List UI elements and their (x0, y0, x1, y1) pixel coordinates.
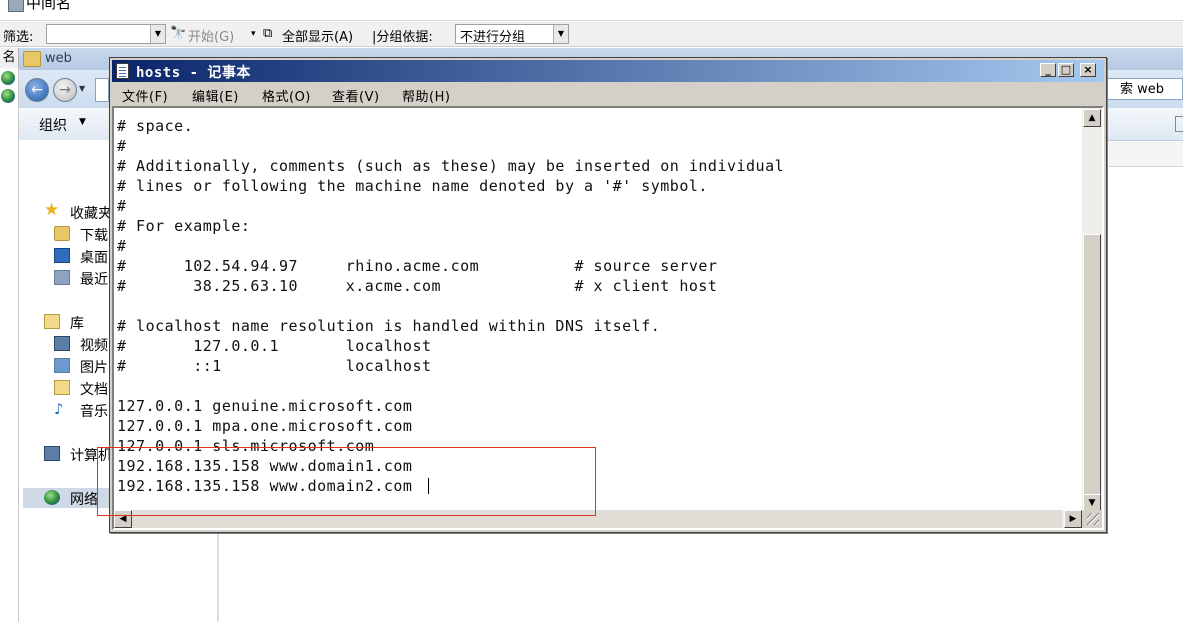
library-icon (44, 314, 60, 329)
group-by-select[interactable]: 不进行分组 ▼ (455, 24, 569, 45)
resize-grip[interactable] (1082, 510, 1102, 528)
maximize-button[interactable]: □ (1058, 63, 1074, 77)
iis-title: 中间名 (26, 0, 72, 12)
text-line: # 102.54.94.97 rhino.acme.com # source s… (117, 257, 718, 275)
chevron-down-icon[interactable]: ▼ (150, 25, 165, 43)
menu-file[interactable]: 文件(F) (122, 86, 168, 105)
nav-item-documents[interactable]: 文档 (80, 379, 108, 399)
scroll-right-button[interactable]: ▶ (1064, 510, 1082, 528)
text-line: 127.0.0.1 genuine.microsoft.com (117, 397, 413, 415)
video-icon (54, 336, 70, 351)
recent-icon (54, 270, 70, 285)
nav-item-videos[interactable]: 视频 (80, 335, 108, 355)
nav-item-pictures[interactable]: 图片 (80, 357, 108, 377)
back-button[interactable]: ← (25, 78, 49, 102)
chevron-down-icon[interactable]: ▼ (553, 25, 568, 43)
text-line: # ::1 localhost (117, 357, 432, 375)
forward-button[interactable]: → (53, 78, 77, 102)
binoculars-icon[interactable]: 🔭 (170, 26, 186, 41)
group-by-value: 不进行分组 (460, 30, 526, 45)
text-line: # space. (117, 117, 194, 135)
site-globe-icon[interactable] (1, 71, 15, 85)
group-by-label: |分组依据: (372, 30, 433, 45)
text-line: # (117, 137, 127, 155)
close-button[interactable]: × (1080, 63, 1096, 77)
notepad-icon (116, 63, 129, 79)
show-all-button[interactable]: 全部显示(A) (282, 26, 353, 45)
menu-edit[interactable]: 编辑(E) (192, 86, 239, 105)
filter-toolbar: 筛选: ▼ 🔭 开始(G) ▾ ⧉ 全部显示(A) |分组依据: 不进行分组 ▼ (0, 22, 1183, 47)
text-line: 127.0.0.1 mpa.one.microsoft.com (117, 417, 413, 435)
nav-item-network[interactable]: 网络 (70, 489, 98, 509)
text-line: # lines or following the machine name de… (117, 177, 708, 195)
minimize-button[interactable]: _ (1040, 63, 1056, 77)
nav-item-recent[interactable]: 最近 (80, 269, 108, 289)
chevron-down-icon[interactable]: ▼ (79, 117, 86, 127)
highlight-annotation-box (97, 447, 596, 516)
recent-pages-dropdown[interactable]: ▼ (79, 84, 85, 93)
view-options-icon[interactable] (1175, 116, 1183, 132)
text-line: # 127.0.0.1 localhost (117, 337, 432, 355)
menu-help[interactable]: 帮助(H) (402, 86, 450, 105)
scrollbar-thumb[interactable] (1083, 234, 1101, 496)
name-column-header[interactable]: 名 (0, 48, 19, 68)
iis-connections-strip (0, 68, 19, 622)
nav-item-music[interactable]: 音乐 (80, 401, 108, 421)
menu-format[interactable]: 格式(O) (262, 86, 311, 105)
organize-button[interactable]: 组织 (39, 115, 67, 135)
nav-item-desktop[interactable]: 桌面 (80, 247, 108, 267)
address-input[interactable] (95, 78, 109, 102)
text-line: # (117, 237, 127, 255)
computer-icon (44, 446, 60, 461)
text-line: # localhost name resolution is handled w… (117, 317, 661, 335)
network-icon (44, 490, 60, 505)
scroll-up-button[interactable]: ▲ (1083, 109, 1101, 127)
star-icon: ★ (44, 200, 60, 220)
search-input[interactable]: 索 web (1103, 78, 1183, 100)
nav-item-downloads[interactable]: 下载 (80, 225, 108, 245)
iis-title-bar: 中间名 (0, 0, 1183, 21)
nav-item-libraries[interactable]: 库 (70, 313, 84, 333)
site-globe-icon[interactable] (1, 89, 15, 103)
menu-bar: 文件(F) 编辑(E) 格式(O) 查看(V) 帮助(H) (112, 83, 1104, 105)
notepad-title-bar[interactable]: hosts - 记事本 _ □ × (112, 60, 1104, 82)
folder-icon (23, 51, 41, 67)
explorer-title: web (45, 51, 72, 66)
file-list-header (1109, 142, 1183, 167)
document-icon (54, 380, 70, 395)
text-line: # 38.25.63.10 x.acme.com # x client host (117, 277, 718, 295)
server-icon (8, 0, 24, 12)
text-line: # For example: (117, 217, 251, 235)
show-all-icon[interactable]: ⧉ (263, 26, 272, 41)
music-icon: ♪ (54, 400, 64, 418)
desktop-icon (54, 248, 70, 263)
vertical-scrollbar[interactable]: ▲ ▼ (1082, 108, 1102, 512)
folder-icon (54, 226, 70, 241)
start-dropdown-icon[interactable]: ▾ (251, 29, 256, 39)
text-line: # Additionally, comments (such as these)… (117, 157, 785, 175)
filter-input[interactable]: ▼ (46, 24, 166, 44)
text-line: # (117, 197, 127, 215)
picture-icon (54, 358, 70, 373)
notepad-title: hosts - 记事本 (136, 65, 251, 81)
nav-item-favorites[interactable]: 收藏夹 (70, 203, 112, 223)
filter-label: 筛选: (3, 30, 34, 45)
menu-view[interactable]: 查看(V) (332, 86, 380, 105)
start-filter-button[interactable]: 开始(G) (188, 26, 234, 45)
